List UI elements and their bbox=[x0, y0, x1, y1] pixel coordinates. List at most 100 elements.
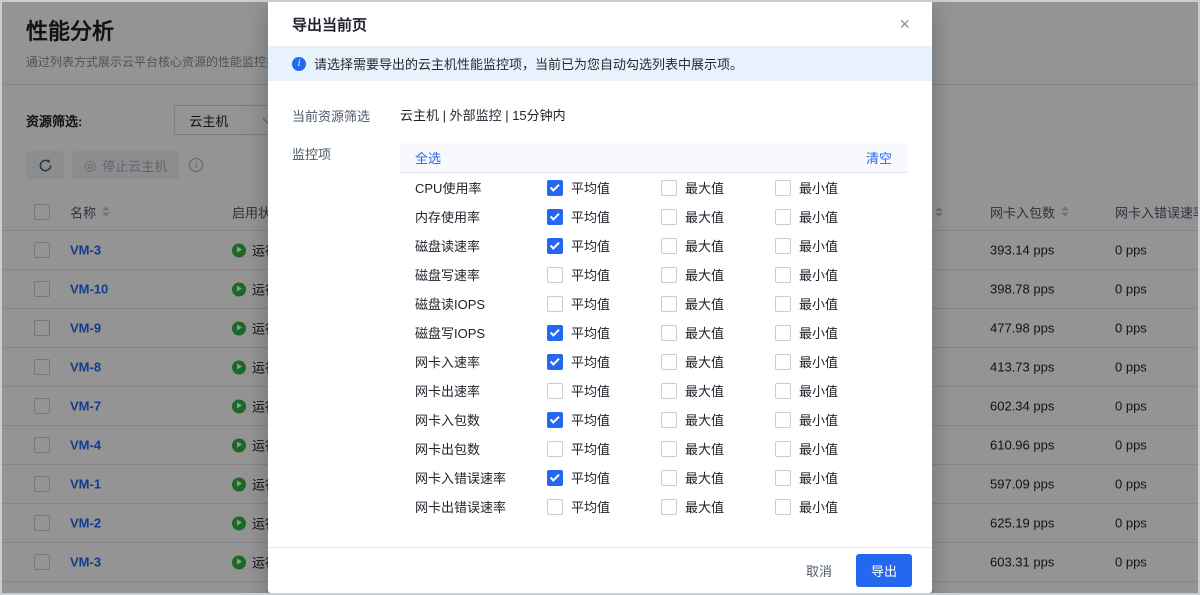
metric-name: 网卡入速率 bbox=[415, 352, 547, 371]
option-label: 最小值 bbox=[799, 468, 838, 487]
checkbox-unchecked-icon[interactable] bbox=[661, 441, 677, 457]
metric-name: 磁盘写速率 bbox=[415, 265, 547, 284]
metric-name: 内存使用率 bbox=[415, 207, 547, 226]
min-checkbox[interactable]: 最小值 bbox=[775, 178, 889, 197]
min-checkbox[interactable]: 最小值 bbox=[775, 323, 889, 342]
avg-checkbox[interactable]: 平均值 bbox=[547, 381, 661, 400]
option-label: 最大值 bbox=[685, 497, 724, 516]
checkbox-checked-icon[interactable] bbox=[547, 470, 563, 486]
checkbox-checked-icon[interactable] bbox=[547, 325, 563, 341]
checkbox-unchecked-icon[interactable] bbox=[661, 470, 677, 486]
info-icon: i bbox=[292, 57, 306, 71]
metric-row: 磁盘写IOPS 平均值最大值最小值 bbox=[400, 318, 908, 347]
export-button[interactable]: 导出 bbox=[856, 554, 912, 587]
current-filter-value: 云主机 | 外部监控 | 15分钟内 bbox=[400, 105, 566, 125]
metric-name: 网卡出错误速率 bbox=[415, 497, 547, 516]
max-checkbox[interactable]: 最大值 bbox=[661, 294, 775, 313]
min-checkbox[interactable]: 最小值 bbox=[775, 410, 889, 429]
checkbox-unchecked-icon[interactable] bbox=[547, 441, 563, 457]
min-checkbox[interactable]: 最小值 bbox=[775, 265, 889, 284]
checkbox-unchecked-icon[interactable] bbox=[775, 296, 791, 312]
checkbox-unchecked-icon[interactable] bbox=[775, 383, 791, 399]
checkbox-checked-icon[interactable] bbox=[547, 238, 563, 254]
avg-checkbox[interactable]: 平均值 bbox=[547, 207, 661, 226]
min-checkbox[interactable]: 最小值 bbox=[775, 352, 889, 371]
metric-row: 网卡入速率 平均值最大值最小值 bbox=[400, 347, 908, 376]
metrics-label: 监控项 bbox=[292, 143, 400, 521]
min-checkbox[interactable]: 最小值 bbox=[775, 439, 889, 458]
checkbox-unchecked-icon[interactable] bbox=[547, 296, 563, 312]
avg-checkbox[interactable]: 平均值 bbox=[547, 178, 661, 197]
max-checkbox[interactable]: 最大值 bbox=[661, 497, 775, 516]
max-checkbox[interactable]: 最大值 bbox=[661, 439, 775, 458]
min-checkbox[interactable]: 最小值 bbox=[775, 294, 889, 313]
avg-checkbox[interactable]: 平均值 bbox=[547, 236, 661, 255]
avg-checkbox[interactable]: 平均值 bbox=[547, 410, 661, 429]
checkbox-unchecked-icon[interactable] bbox=[775, 354, 791, 370]
max-checkbox[interactable]: 最大值 bbox=[661, 207, 775, 226]
option-label: 平均值 bbox=[571, 265, 610, 284]
avg-checkbox[interactable]: 平均值 bbox=[547, 294, 661, 313]
option-label: 最小值 bbox=[799, 381, 838, 400]
checkbox-checked-icon[interactable] bbox=[547, 412, 563, 428]
checkbox-checked-icon[interactable] bbox=[547, 354, 563, 370]
max-checkbox[interactable]: 最大值 bbox=[661, 265, 775, 284]
max-checkbox[interactable]: 最大值 bbox=[661, 410, 775, 429]
option-label: 平均值 bbox=[571, 497, 610, 516]
avg-checkbox[interactable]: 平均值 bbox=[547, 352, 661, 371]
checkbox-unchecked-icon[interactable] bbox=[547, 499, 563, 515]
checkbox-unchecked-icon[interactable] bbox=[661, 383, 677, 399]
checkbox-unchecked-icon[interactable] bbox=[661, 209, 677, 225]
option-label: 最小值 bbox=[799, 294, 838, 313]
min-checkbox[interactable]: 最小值 bbox=[775, 468, 889, 487]
avg-checkbox[interactable]: 平均值 bbox=[547, 497, 661, 516]
checkbox-unchecked-icon[interactable] bbox=[661, 499, 677, 515]
option-label: 最小值 bbox=[799, 323, 838, 342]
checkbox-unchecked-icon[interactable] bbox=[775, 499, 791, 515]
checkbox-unchecked-icon[interactable] bbox=[661, 180, 677, 196]
checkbox-unchecked-icon[interactable] bbox=[775, 412, 791, 428]
option-label: 平均值 bbox=[571, 236, 610, 255]
dialog-title: 导出当前页 bbox=[292, 14, 367, 35]
avg-checkbox[interactable]: 平均值 bbox=[547, 468, 661, 487]
checkbox-unchecked-icon[interactable] bbox=[547, 383, 563, 399]
select-all-link[interactable]: 全选 bbox=[415, 148, 441, 167]
min-checkbox[interactable]: 最小值 bbox=[775, 381, 889, 400]
min-checkbox[interactable]: 最小值 bbox=[775, 207, 889, 226]
max-checkbox[interactable]: 最大值 bbox=[661, 323, 775, 342]
checkbox-unchecked-icon[interactable] bbox=[775, 267, 791, 283]
clear-all-link[interactable]: 清空 bbox=[866, 148, 892, 167]
min-checkbox[interactable]: 最小值 bbox=[775, 236, 889, 255]
close-icon[interactable]: × bbox=[899, 15, 910, 33]
max-checkbox[interactable]: 最大值 bbox=[661, 236, 775, 255]
checkbox-unchecked-icon[interactable] bbox=[661, 354, 677, 370]
checkbox-unchecked-icon[interactable] bbox=[661, 238, 677, 254]
checkbox-unchecked-icon[interactable] bbox=[661, 412, 677, 428]
min-checkbox[interactable]: 最小值 bbox=[775, 497, 889, 516]
metric-row: 磁盘写速率 平均值 最大值最小值 bbox=[400, 260, 908, 289]
checkbox-unchecked-icon[interactable] bbox=[775, 209, 791, 225]
checkbox-unchecked-icon[interactable] bbox=[775, 470, 791, 486]
checkbox-unchecked-icon[interactable] bbox=[661, 267, 677, 283]
checkbox-unchecked-icon[interactable] bbox=[547, 267, 563, 283]
checkbox-checked-icon[interactable] bbox=[547, 180, 563, 196]
avg-checkbox[interactable]: 平均值 bbox=[547, 265, 661, 284]
max-checkbox[interactable]: 最大值 bbox=[661, 381, 775, 400]
option-label: 平均值 bbox=[571, 468, 610, 487]
avg-checkbox[interactable]: 平均值 bbox=[547, 439, 661, 458]
cancel-button[interactable]: 取消 bbox=[796, 555, 842, 586]
checkbox-unchecked-icon[interactable] bbox=[775, 180, 791, 196]
checkbox-unchecked-icon[interactable] bbox=[661, 296, 677, 312]
checkbox-unchecked-icon[interactable] bbox=[775, 325, 791, 341]
avg-checkbox[interactable]: 平均值 bbox=[547, 323, 661, 342]
option-label: 最大值 bbox=[685, 178, 724, 197]
max-checkbox[interactable]: 最大值 bbox=[661, 352, 775, 371]
checkbox-unchecked-icon[interactable] bbox=[775, 441, 791, 457]
checkbox-unchecked-icon[interactable] bbox=[775, 238, 791, 254]
option-label: 最大值 bbox=[685, 236, 724, 255]
option-label: 最小值 bbox=[799, 497, 838, 516]
checkbox-unchecked-icon[interactable] bbox=[661, 325, 677, 341]
checkbox-checked-icon[interactable] bbox=[547, 209, 563, 225]
max-checkbox[interactable]: 最大值 bbox=[661, 178, 775, 197]
max-checkbox[interactable]: 最大值 bbox=[661, 468, 775, 487]
